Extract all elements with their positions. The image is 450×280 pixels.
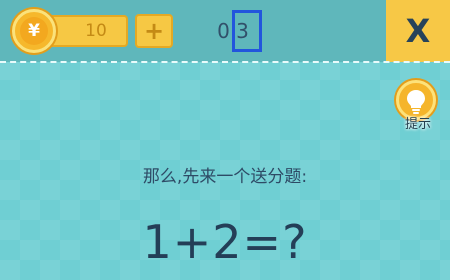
hint-label: 提示 — [404, 117, 431, 132]
question-intro: 那么,先来一个送分题: — [142, 167, 308, 187]
yuan-icon: ¥ — [20, 17, 48, 45]
add-coins-button[interactable]: + — [135, 14, 173, 48]
close-button[interactable]: X — [386, 0, 450, 62]
top-bar: 10 ¥ + 0.3 X — [0, 0, 450, 62]
hint-button[interactable]: 提示 — [396, 80, 440, 132]
topbar-divider — [0, 61, 450, 63]
question-text: 1+2=? — [142, 215, 308, 269]
coin-icon: ¥ — [12, 9, 56, 53]
coin-count: 10 — [85, 21, 107, 41]
highlight-box — [232, 10, 262, 52]
